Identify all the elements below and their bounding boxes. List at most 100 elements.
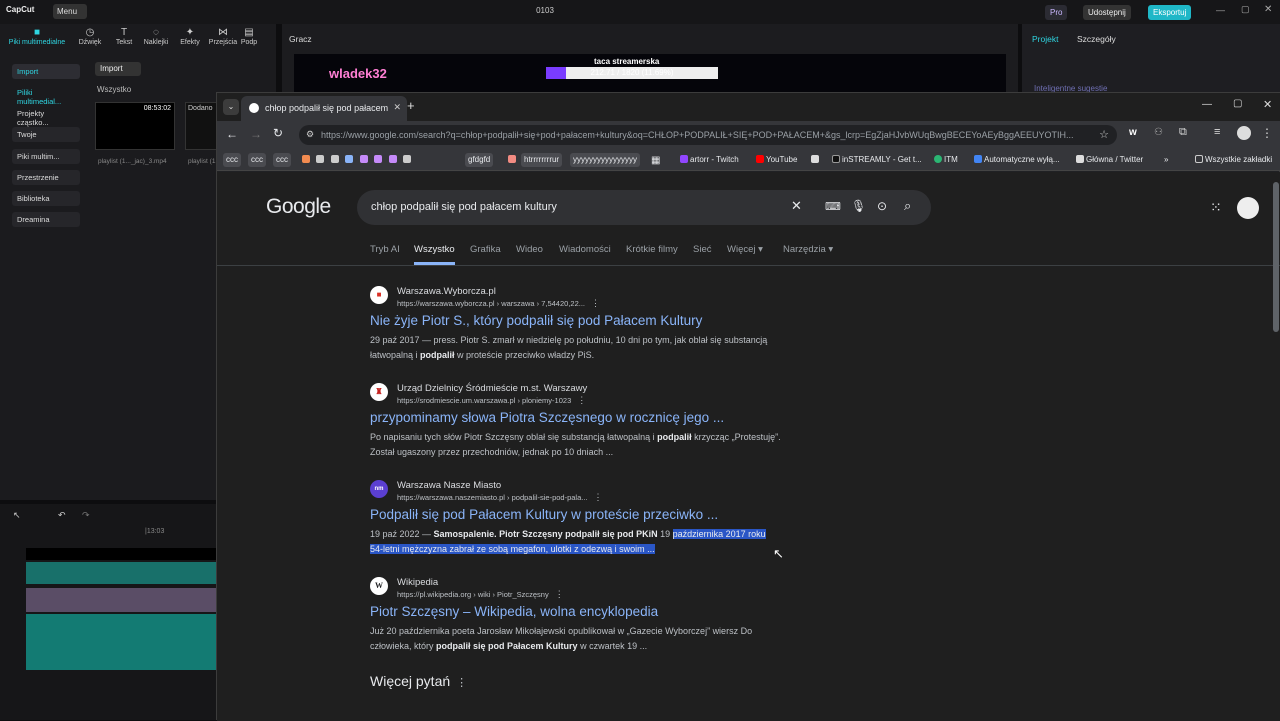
track-text[interactable] — [26, 562, 216, 584]
more-options-icon[interactable]: ⋮ — [577, 395, 586, 405]
bookmark-star-icon[interactable]: ☆ — [1099, 128, 1109, 141]
close-icon[interactable]: ✕ — [1263, 98, 1272, 111]
side-item-yours[interactable]: Twoje — [12, 127, 80, 142]
tab-images[interactable]: Grafika — [470, 244, 501, 255]
site-info-icon[interactable]: ⚙ — [306, 129, 314, 140]
result-site[interactable]: Warszawa Nasze Miasto — [397, 480, 501, 491]
tab-close-icon[interactable]: ✕ — [393, 102, 401, 113]
more-options-icon[interactable]: ⋮ — [555, 589, 564, 599]
minimize-icon[interactable]: — — [1216, 5, 1225, 15]
track-black[interactable] — [26, 548, 216, 560]
media-clip-thumbnail-2[interactable]: Dodano — [185, 102, 217, 150]
tab-ai-mode[interactable]: Tryb AI — [370, 244, 400, 255]
result-site[interactable]: Urząd Dzielnicy Śródmieście m.st. Warsza… — [397, 383, 587, 394]
side-import[interactable]: Import — [12, 64, 80, 79]
tab-more[interactable]: Więcej ▾ — [727, 244, 763, 255]
apps-grid-icon[interactable]: ▦ — [648, 153, 663, 167]
bookmark-itm[interactable]: ITM — [931, 153, 961, 167]
side-item-media[interactable]: Piliki multimedial... — [12, 85, 80, 106]
share-button[interactable]: Udostępnij — [1083, 5, 1131, 20]
tab-web[interactable]: Sieć — [693, 244, 711, 255]
result-title[interactable]: przypominamy słowa Piotra Szczęsnego w r… — [370, 410, 724, 425]
side-item-dreamina[interactable]: Dreamina — [12, 212, 80, 227]
result-url[interactable]: https://pl.wikipedia.org › wiki › Piotr_… — [397, 589, 564, 600]
bookmark-youtube[interactable]: YouTube — [753, 153, 800, 167]
keyboard-icon[interactable]: ⌨ — [825, 200, 841, 213]
back-icon[interactable]: ← — [226, 127, 238, 141]
tab-videos[interactable]: Wideo — [516, 244, 543, 255]
bookmark-all[interactable]: Wszystkie zakładki — [1192, 153, 1275, 167]
track-audio[interactable] — [26, 614, 216, 670]
select-tool-icon[interactable]: ↖ — [13, 510, 21, 521]
pro-button[interactable]: Pro — [1045, 5, 1068, 20]
bookmark-instreamly[interactable]: inSTREAMLY - Get t... — [829, 153, 925, 167]
result-url[interactable]: https://srodmiescie.um.warszawa.pl › plo… — [397, 395, 586, 406]
tab-search-icon[interactable]: ⌄ — [223, 99, 239, 115]
bookmark-ccc-3[interactable]: ccc — [273, 153, 291, 167]
close-icon[interactable]: ✕ — [1264, 4, 1272, 15]
result-title[interactable]: Nie żyje Piotr S., który podpalił się po… — [370, 313, 702, 328]
import-button[interactable]: Import — [95, 62, 141, 76]
media-control-icon[interactable]: ≡ — [1214, 126, 1220, 138]
bookmark-ccc-1[interactable]: ccc — [223, 153, 241, 167]
search-icon[interactable]: ⌕ — [904, 198, 911, 214]
extensions-puzzle-icon[interactable]: ⧉ — [1179, 126, 1187, 139]
bookmark-ccc-2[interactable]: ccc — [248, 153, 266, 167]
tab-project[interactable]: Projekt — [1032, 34, 1058, 44]
maximize-icon[interactable]: ▢ — [1233, 98, 1242, 109]
new-tab-button[interactable]: + — [407, 98, 415, 113]
bookmark-red-icon[interactable] — [505, 153, 521, 167]
forward-icon[interactable]: → — [250, 127, 262, 141]
google-logo[interactable]: Google — [266, 195, 331, 219]
export-button[interactable]: Eksportuj — [1148, 5, 1192, 20]
browser-tab[interactable]: chłop podpalił się pod pałacem ✕ — [241, 96, 407, 121]
media-clip-thumbnail[interactable]: 08:53:02 — [95, 102, 175, 150]
result-site[interactable]: Wikipedia — [397, 577, 438, 588]
side-item-projects[interactable]: Projekty cząstko... — [12, 106, 80, 127]
scrollbar[interactable] — [1273, 172, 1279, 721]
more-options-icon[interactable]: ⋮ — [591, 298, 600, 308]
result-site[interactable]: Warszawa.Wyborcza.pl — [397, 286, 496, 297]
bookmark-twitter[interactable]: Główna / Twitter — [1073, 153, 1146, 167]
clear-search-icon[interactable]: ✕ — [791, 198, 802, 214]
extension-icon[interactable]: ⚇ — [1154, 127, 1163, 138]
side-item-library[interactable]: Biblioteka — [12, 191, 80, 206]
bookmark-z-icon[interactable] — [808, 153, 824, 167]
image-search-icon[interactable]: ⊙ — [877, 199, 887, 213]
scrollbar-thumb[interactable] — [1273, 182, 1279, 332]
tab-all[interactable]: Wszystko — [414, 244, 455, 265]
bookmark-yyy[interactable]: yyyyyyyyyyyyyyyy — [570, 153, 640, 167]
address-bar[interactable]: ⚙ https://www.google.com/search?q=chłop+… — [299, 125, 1117, 145]
tool-text[interactable]: T Tekst — [106, 27, 142, 46]
tab-short-videos[interactable]: Krótkie filmy — [626, 244, 678, 255]
voice-search-icon[interactable]: 🎙 — [851, 199, 866, 213]
redo-icon[interactable]: ↷ — [82, 510, 90, 521]
account-avatar[interactable] — [1237, 197, 1259, 219]
minimize-icon[interactable]: — — [1202, 99, 1212, 110]
result-title[interactable]: Podpalił się pod Pałacem Kultury w prote… — [370, 507, 718, 522]
tab-news[interactable]: Wiadomości — [559, 244, 611, 255]
tool-transitions[interactable]: ⋈ Przejścia — [205, 27, 241, 46]
result-url[interactable]: https://warszawa.wyborcza.pl › warszawa … — [397, 298, 600, 309]
side-item-spaces[interactable]: Przestrzenie — [12, 170, 80, 185]
tool-effects[interactable]: ✦ Efekty — [172, 27, 208, 46]
side-item-media2[interactable]: Piki multim... — [12, 149, 80, 164]
bookmarks-overflow-icon[interactable]: » — [1161, 153, 1171, 167]
bookmark-automatyczne[interactable]: Automatyczne wyłą... — [971, 153, 1063, 167]
result-title[interactable]: Piotr Szczęsny – Wikipedia, wolna encykl… — [370, 604, 658, 619]
tool-audio[interactable]: ◷ Dźwięk — [72, 27, 108, 46]
more-options-icon[interactable]: ⋮ — [456, 677, 467, 689]
reload-icon[interactable]: ↻ — [273, 126, 283, 140]
menu-button[interactable]: Menu — [53, 4, 87, 19]
tool-media[interactable]: ■ Piki multimedialne — [4, 27, 70, 46]
track-video[interactable] — [26, 588, 216, 612]
result-url[interactable]: https://warszawa.naszemiasto.pl › podpal… — [397, 492, 603, 503]
bookmark-htr[interactable]: htrrrrrrrrur — [521, 153, 563, 167]
bookmark-twitch[interactable]: artorr - Twitch — [677, 153, 742, 167]
bookmark-gfdgfd[interactable]: gfdgfd — [465, 153, 494, 167]
tab-tools[interactable]: Narzędzia ▾ — [783, 244, 833, 255]
chrome-menu-icon[interactable]: ⋮ — [1261, 126, 1273, 140]
more-options-icon[interactable]: ⋮ — [594, 492, 603, 502]
extension-w-icon[interactable]: w — [1129, 127, 1137, 138]
tab-details[interactable]: Szczegóły — [1077, 34, 1116, 44]
